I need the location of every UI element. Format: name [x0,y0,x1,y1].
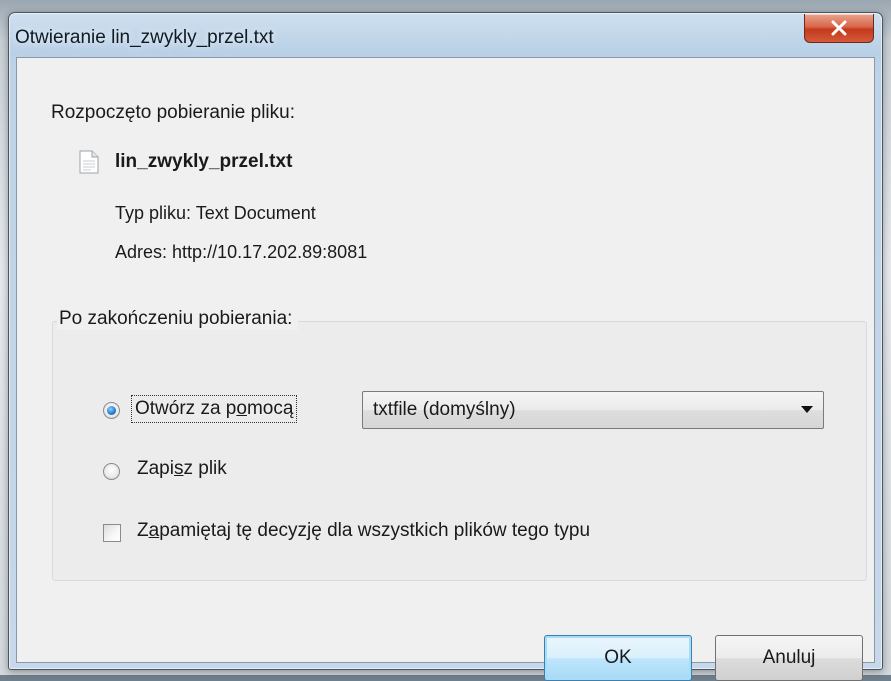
file-type-label: Typ pliku: [115,203,192,223]
file-type-value: Text Document [195,203,316,223]
file-address-value: http://10.17.202.89:8081 [172,242,368,262]
download-dialog: Otwieranie lin_zwykly_przel.txt Rozpoczę… [8,12,883,681]
open-with-label[interactable]: Otwórz za pomocą [130,395,298,423]
window-title: Otwieranie lin_zwykly_przel.txt [15,27,274,48]
dialog-body: Rozpoczęto pobieranie pliku: lin_zwykly_… [16,57,875,681]
file-name: lin_zwykly_przel.txt [115,151,293,172]
file-type-line: Typ pliku: Text Document [115,203,316,224]
file-address-label: Adres: [115,242,168,262]
open-with-select[interactable]: txtfile (domyślny) [362,391,824,429]
remember-decision-label[interactable]: Zapamiętaj tę decyzję dla wszystkich pli… [137,520,590,542]
cancel-button[interactable]: Anuluj [715,635,863,681]
title-bar[interactable]: Otwieranie lin_zwykly_przel.txt [9,13,882,57]
close-button[interactable] [804,14,874,43]
after-download-group [52,321,867,581]
save-file-label[interactable]: Zapisz plik [137,458,227,480]
after-download-legend: Po zakończeniu pobierania: [57,308,299,330]
open-with-select-value: txtfile (domyślny) [373,399,516,420]
ok-button[interactable]: OK [544,635,692,681]
chevron-down-icon [801,406,813,413]
text-file-icon [79,150,99,174]
remember-decision-checkbox[interactable] [103,524,121,542]
download-heading: Rozpoczęto pobieranie pliku: [51,102,295,123]
save-file-radio[interactable] [103,463,120,480]
close-icon [831,20,847,36]
open-with-radio[interactable] [103,402,120,419]
file-address-line: Adres: http://10.17.202.89:8081 [115,242,367,263]
